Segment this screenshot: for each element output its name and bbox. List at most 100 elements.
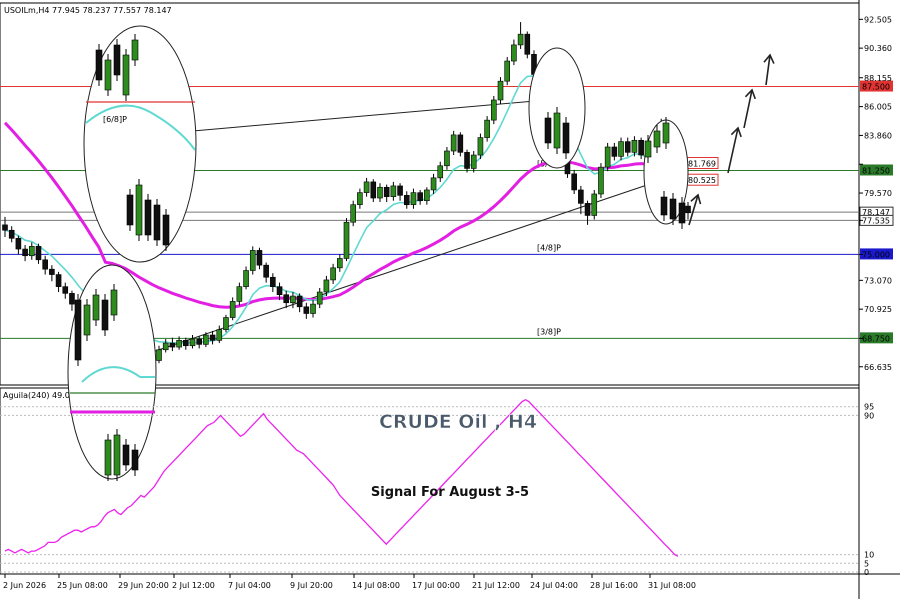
candle: [457, 134, 464, 153]
candle: [223, 317, 229, 330]
mini-candle: [122, 54, 130, 96]
candle: [216, 329, 223, 341]
candle: [624, 141, 631, 153]
price-tick-label: 83.860: [864, 131, 892, 140]
candle: [270, 276, 276, 287]
time-tick-label: 25 Jun 08:00: [57, 581, 108, 590]
mini-candle: [544, 117, 552, 144]
mini-candle: [660, 196, 668, 216]
candle: [524, 33, 531, 55]
candle: [470, 154, 477, 169]
mini-candle: [131, 39, 139, 61]
candle: [377, 186, 383, 199]
candle: [249, 250, 256, 271]
mini-candle: [553, 112, 561, 149]
chart-title: CRUDE Oil , H4: [379, 411, 537, 433]
candle: [357, 192, 363, 206]
candle: [370, 181, 377, 199]
candle: [156, 349, 162, 361]
price-chart[interactable]: [7/8]P87.500[6/8]P81.250[5/8]P75.000[4/8…: [0, 0, 900, 599]
time-tick-label: 29 Jun 20:00: [118, 581, 169, 590]
candle: [517, 33, 524, 46]
level-badge-text: 87.500: [862, 83, 890, 92]
mini-candle: [74, 299, 82, 361]
candle: [316, 291, 323, 305]
time-tick-label: 9 Jul 20:00: [290, 581, 333, 590]
candle: [604, 146, 611, 168]
candle: [263, 264, 269, 278]
candle: [504, 60, 511, 82]
candle: [424, 189, 430, 202]
candle: [491, 99, 497, 121]
time-tick-label: 17 Jul 00:00: [412, 581, 460, 590]
candle: [169, 342, 176, 348]
candle: [49, 268, 55, 275]
candle: [2, 224, 8, 231]
candle: [477, 137, 484, 156]
candle: [256, 250, 263, 266]
mini-candle: [122, 444, 130, 466]
candle: [62, 286, 69, 294]
mini-candle: [83, 304, 91, 336]
candle: [417, 192, 423, 202]
candle: [578, 189, 584, 204]
candle: [176, 340, 182, 348]
candle: [323, 279, 330, 293]
mini-candle: [95, 49, 103, 81]
candle: [430, 177, 437, 191]
candle: [631, 139, 638, 153]
mini-candle: [131, 449, 139, 471]
candle: [229, 301, 236, 318]
osc-tick-label: 95: [864, 403, 874, 412]
candle: [182, 340, 189, 347]
price-tick-label: 73.070: [864, 276, 892, 285]
candle: [571, 173, 577, 191]
candle: [618, 141, 624, 157]
candle: [511, 44, 517, 62]
price-tick-label: 66.635: [864, 363, 892, 372]
candle: [42, 259, 48, 270]
candle: [343, 221, 350, 259]
osc-tick-label: 0: [864, 568, 869, 577]
time-tick-label: 28 Jul 16:00: [590, 581, 638, 590]
candle: [403, 195, 410, 206]
candle: [611, 146, 618, 157]
price-tick-label: 79.570: [864, 189, 892, 198]
candle: [189, 338, 196, 347]
level-label: [3/8]P: [537, 327, 561, 336]
mini-candle: [653, 130, 661, 148]
candle: [310, 303, 316, 314]
mini-candle: [113, 44, 121, 76]
candle: [290, 295, 296, 304]
mini-candle: [144, 199, 152, 236]
candle: [350, 204, 356, 223]
signal-subtitle: Signal For August 3-5: [371, 485, 529, 500]
price-tick-label: 90.360: [864, 44, 892, 53]
mini-candle: [135, 184, 143, 236]
candle: [276, 286, 283, 296]
candle: [584, 203, 591, 216]
mini-candle: [113, 434, 121, 476]
candle: [243, 270, 249, 287]
mini-candle: [101, 299, 109, 331]
candle: [444, 150, 450, 167]
level-label: [7/8]P: [537, 0, 561, 1]
level-label: [4/8]P: [537, 243, 561, 252]
candle: [337, 258, 343, 269]
mini-candle: [562, 122, 570, 154]
mini-candle: [662, 122, 670, 144]
candle: [283, 294, 290, 304]
mini-candle: [110, 289, 118, 316]
time-tick-label: 21 Jul 12:00: [472, 581, 520, 590]
price-tick-label: 70.925: [864, 305, 892, 314]
candle: [55, 274, 62, 287]
candle: [383, 186, 390, 197]
mini-candle: [162, 214, 170, 246]
candle: [209, 334, 216, 341]
candle: [410, 192, 417, 206]
time-tick-label: 7 Jul 04:00: [228, 581, 271, 590]
time-tick-label: 2 Jun 2026: [3, 581, 46, 590]
candle: [8, 229, 15, 239]
price-tick-label: 88.155: [864, 74, 892, 83]
mini-candle: [153, 204, 161, 241]
